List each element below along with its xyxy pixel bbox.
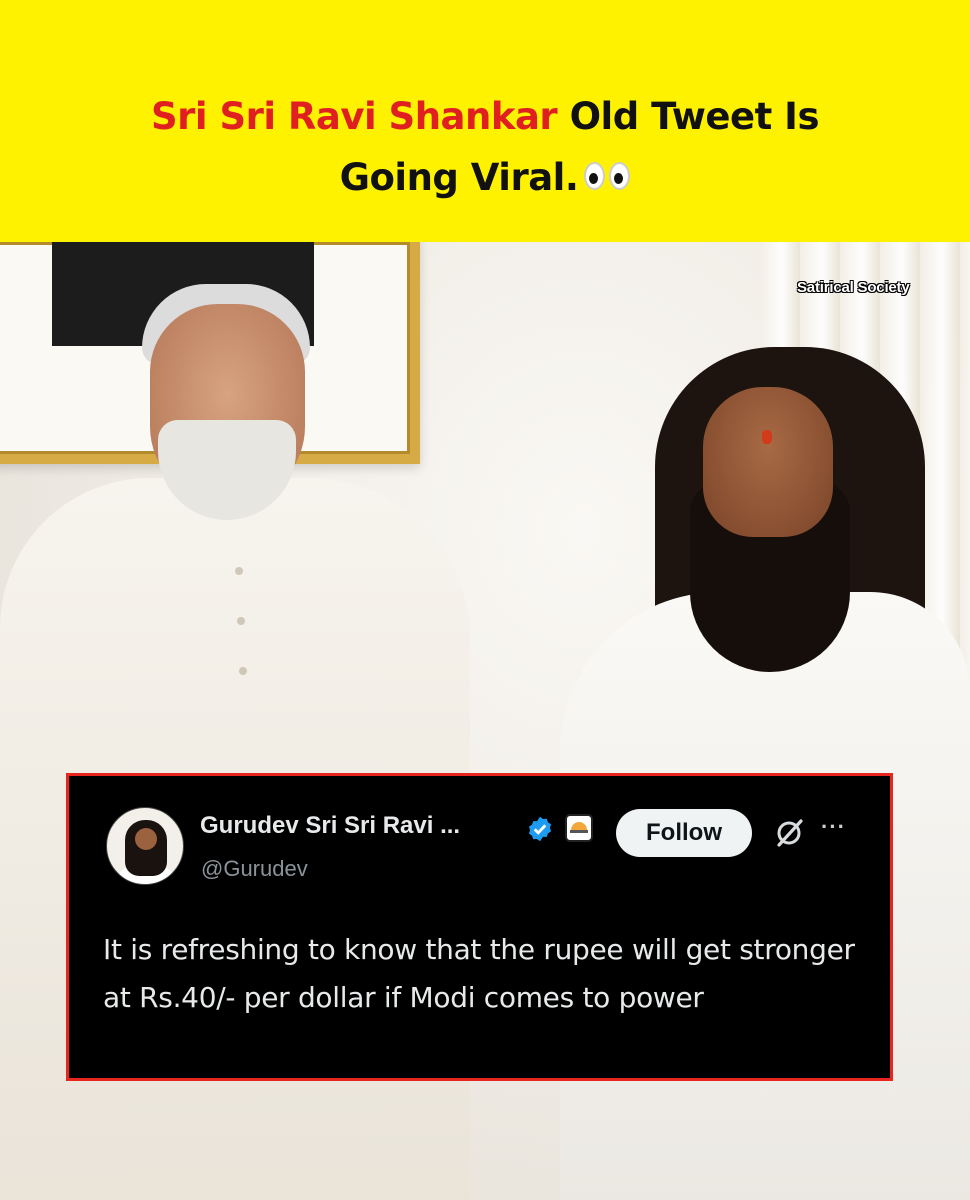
headline-rest: Old Tweet Is bbox=[557, 95, 820, 138]
tweet-card[interactable]: Gurudev Sri Sri Ravi ... @Gurudev Follow… bbox=[66, 773, 893, 1081]
person-right-face bbox=[703, 387, 833, 537]
avatar[interactable] bbox=[106, 807, 184, 885]
kurta-button bbox=[239, 667, 247, 675]
follow-button[interactable]: Follow bbox=[616, 809, 752, 857]
headline-banner: Sri Sri Ravi Shankar Old Tweet Is Going … bbox=[0, 0, 970, 242]
person-right-tilak bbox=[762, 430, 772, 444]
eye-left bbox=[584, 161, 606, 190]
handle[interactable]: @Gurudev bbox=[201, 856, 308, 882]
headline-highlight: Sri Sri Ravi Shankar bbox=[151, 95, 558, 138]
verified-badge-icon bbox=[528, 816, 552, 842]
tweet-text: It is refreshing to know that the rupee … bbox=[103, 933, 855, 1014]
organization-badge-icon bbox=[565, 814, 593, 842]
eyes-emoji-icon bbox=[584, 161, 631, 190]
kurta-button bbox=[237, 617, 245, 625]
more-options-icon[interactable]: ··· bbox=[821, 814, 846, 840]
headline: Sri Sri Ravi Shankar Old Tweet Is Going … bbox=[0, 86, 970, 208]
headline-line-1: Sri Sri Ravi Shankar Old Tweet Is bbox=[0, 86, 970, 147]
avatar-face bbox=[135, 828, 157, 850]
display-name[interactable]: Gurudev Sri Sri Ravi ... bbox=[200, 812, 460, 840]
kurta-button bbox=[235, 567, 243, 575]
eye-right bbox=[609, 161, 631, 190]
headline-line-2-text: Going Viral. bbox=[339, 156, 579, 199]
grok-icon[interactable] bbox=[774, 816, 806, 850]
watermark: Satirical Society bbox=[797, 279, 910, 296]
headline-line-2: Going Viral. bbox=[0, 147, 970, 208]
